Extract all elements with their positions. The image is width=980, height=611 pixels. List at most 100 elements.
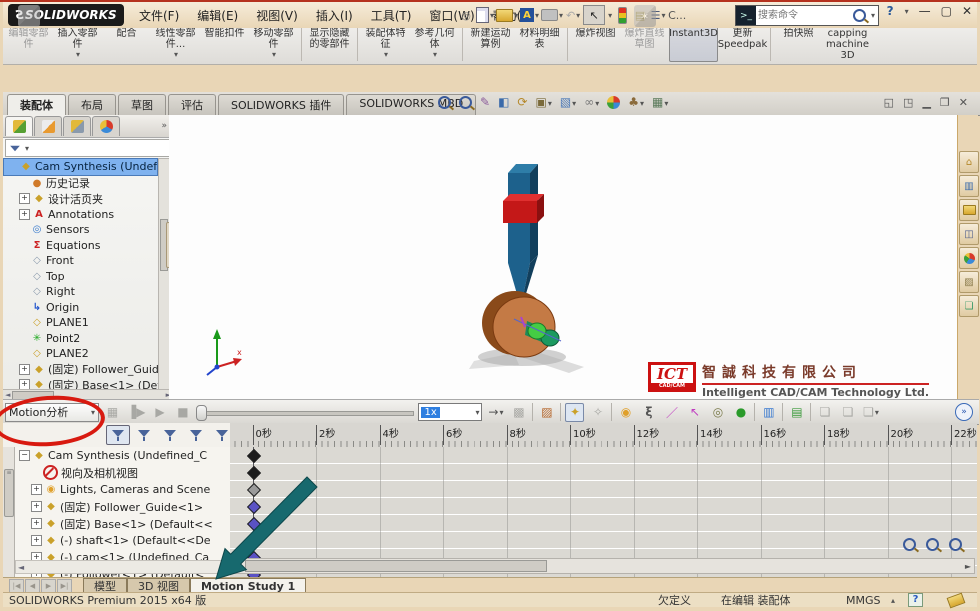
play-from-start-icon[interactable]: ▐▶ bbox=[126, 403, 146, 422]
hscroll-left-icon[interactable]: ◄ bbox=[5, 391, 10, 399]
configurationmanager-tab[interactable] bbox=[63, 116, 91, 136]
timeline-ruler[interactable]: 0秒2秒4秒6秒8秒10秒12秒14秒16秒18秒20秒22秒 bbox=[230, 423, 977, 448]
insert-component-dropdown-icon[interactable]: ▾ bbox=[76, 50, 80, 59]
feature-tree-item-11[interactable]: ✳Point2 bbox=[3, 331, 158, 347]
search-input[interactable] bbox=[756, 9, 853, 22]
zoom-fit-icon[interactable] bbox=[438, 96, 451, 109]
torque-icon[interactable]: ↖ bbox=[685, 403, 704, 422]
filter-selected-icon[interactable] bbox=[184, 425, 208, 445]
appearances-icon[interactable] bbox=[607, 96, 620, 109]
motor-icon[interactable]: ◉ bbox=[616, 403, 635, 422]
doc-restore-right-icon[interactable]: ◳ bbox=[903, 96, 913, 109]
commandmanager-tab-3[interactable]: 评估 bbox=[168, 94, 216, 116]
stop-icon[interactable]: ■ bbox=[173, 403, 192, 422]
select-tool-icon[interactable]: ↖ bbox=[583, 5, 605, 25]
spring-icon[interactable]: ξ bbox=[639, 403, 658, 422]
menu-item-2[interactable]: 视图(V) bbox=[247, 4, 307, 27]
doc-restore-left-icon[interactable]: ◱ bbox=[884, 96, 894, 109]
study-type-select[interactable]: Motion分析 ▾ bbox=[5, 403, 99, 422]
timeline-zoom-out-icon[interactable] bbox=[949, 538, 962, 551]
results-plots-icon[interactable]: ▥ bbox=[759, 403, 778, 422]
publish-edrawings-icon[interactable]: A▾ bbox=[520, 6, 539, 24]
search-magnifier-icon[interactable] bbox=[853, 9, 866, 22]
feature-tree-item-1[interactable]: ●历史记录 bbox=[3, 176, 158, 192]
feature-tree-item-3[interactable]: +AAnnotations bbox=[3, 207, 158, 223]
help-dropdown-icon[interactable]: ▾ bbox=[905, 7, 909, 16]
panel-overflow-chevron-icon[interactable]: » bbox=[161, 121, 167, 131]
menu-item-0[interactable]: 文件(F) bbox=[130, 4, 188, 27]
motion-tree-item-3[interactable]: +◆(固定) Follower_Guide<1> bbox=[15, 498, 230, 515]
touch-mode-icon[interactable]: ◎ bbox=[458, 6, 474, 24]
motion-tree-item-2[interactable]: +◉Lights, Cameras and Scene bbox=[15, 481, 230, 498]
timeline-hscroll-left-icon[interactable]: ◄ bbox=[235, 562, 241, 571]
play-icon[interactable]: ▶ bbox=[150, 403, 169, 422]
command-search-box[interactable]: >_ ▾ bbox=[735, 5, 879, 26]
undo-icon[interactable]: ↶▾ bbox=[565, 6, 581, 24]
zoom-area-icon[interactable] bbox=[459, 96, 472, 109]
minimize-button[interactable]: — bbox=[919, 4, 931, 18]
tree-expand-icon[interactable]: + bbox=[31, 484, 42, 495]
tree-expand-icon[interactable]: + bbox=[19, 193, 30, 204]
paste-study-icon[interactable]: ❏ bbox=[838, 403, 857, 422]
mtree-hscroll-right-icon[interactable]: ► bbox=[221, 563, 227, 572]
tree-expand-icon[interactable]: + bbox=[31, 518, 42, 529]
motion-tree-item-5[interactable]: +◆(-) shaft<1> (Default<<De bbox=[15, 532, 230, 549]
assembly-features-dropdown-icon[interactable]: ▾ bbox=[384, 50, 388, 59]
menu-item-1[interactable]: 编辑(E) bbox=[188, 4, 247, 27]
file-explorer-icon[interactable] bbox=[959, 199, 979, 221]
menu-item-3[interactable]: 插入(I) bbox=[307, 4, 362, 27]
feature-tree-item-9[interactable]: ↳Origin bbox=[3, 300, 158, 316]
hide-show-items-icon[interactable]: ∞▾ bbox=[584, 95, 599, 109]
new-document-icon[interactable]: ▾ bbox=[476, 6, 494, 24]
tree-filter-row[interactable]: ▾ bbox=[5, 139, 170, 157]
move-component-dropdown-icon[interactable]: ▾ bbox=[272, 50, 276, 59]
playback-speed-select[interactable]: 1x ▾ bbox=[418, 403, 482, 421]
timeline-hscroll-right-icon[interactable]: ► bbox=[965, 562, 971, 571]
autokey-icon[interactable]: ✦ bbox=[565, 403, 584, 422]
motion-tree-hscrollbar[interactable]: ◄ ► bbox=[15, 560, 230, 574]
motion-tree-item-1[interactable]: 视向及相机视图 bbox=[15, 464, 230, 481]
graphics-viewport[interactable]: x ICT CAD/CAM 智誠科技有限公司 Intelligent CAD/C… bbox=[169, 115, 957, 399]
menu-item-4[interactable]: 工具(T) bbox=[362, 4, 421, 27]
bottom-tab-1[interactable]: 3D 视图 bbox=[127, 578, 190, 593]
feature-tree-item-0[interactable]: ◆Cam Synthesis (Undefined bbox=[3, 158, 158, 176]
filter-animated-icon[interactable] bbox=[132, 425, 156, 445]
mtree-hscroll-left-icon[interactable]: ◄ bbox=[18, 563, 24, 572]
timeline-zoom-in-icon[interactable] bbox=[926, 538, 939, 551]
duplicate-study-icon[interactable]: ❏▾ bbox=[861, 403, 880, 422]
tree-expand-icon[interactable]: + bbox=[31, 501, 42, 512]
magnified-selection-icon[interactable]: ✎ bbox=[480, 95, 490, 109]
print-icon[interactable]: ▾ bbox=[541, 6, 563, 24]
save-animation-icon[interactable]: ▩ bbox=[509, 403, 528, 422]
tab-nav-first-icon[interactable]: |◀ bbox=[9, 579, 24, 593]
tree-filter-dropdown-icon[interactable]: ▾ bbox=[25, 144, 29, 153]
timeline-zoom-fit-icon[interactable] bbox=[903, 538, 916, 551]
help-icon[interactable]: ? bbox=[887, 4, 894, 18]
commandmanager-tab-0[interactable]: 装配体 bbox=[7, 94, 66, 116]
tab-nav-prev-icon[interactable]: ◀ bbox=[25, 579, 40, 593]
section-view-icon[interactable]: ◧ bbox=[498, 95, 509, 109]
tab-nav-last-icon[interactable]: ▶| bbox=[57, 579, 72, 593]
close-button[interactable]: ✕ bbox=[962, 4, 972, 18]
reference-geometry-dropdown-icon[interactable]: ▾ bbox=[433, 50, 437, 59]
featuremanager-tab[interactable] bbox=[5, 116, 33, 136]
bottom-tab-0[interactable]: 模型 bbox=[83, 578, 127, 593]
appearances-scenes-icon[interactable] bbox=[959, 247, 979, 269]
animation-wizard-icon[interactable]: ▨ bbox=[537, 403, 556, 422]
gravity-icon[interactable]: ● bbox=[731, 403, 750, 422]
feature-tree-item-12[interactable]: ◇PLANE2 bbox=[3, 346, 158, 362]
maximize-button[interactable]: ▢ bbox=[941, 4, 952, 18]
timebar-slider[interactable] bbox=[196, 404, 414, 420]
status-units-dropdown-icon[interactable]: ▴ bbox=[891, 596, 895, 605]
collapsed-command-label[interactable]: C... bbox=[668, 6, 686, 24]
timeline-hscroll-thumb[interactable] bbox=[245, 560, 547, 572]
motion-tree-item-4[interactable]: +◆(固定) Base<1> (Default<< bbox=[15, 515, 230, 532]
forum-icon[interactable]: ❏ bbox=[959, 295, 979, 317]
feature-tree-item-2[interactable]: +◆设计活页夹 bbox=[3, 191, 158, 207]
feature-tree-item-13[interactable]: +◆(固定) Follower_Guide< bbox=[3, 362, 158, 378]
open-document-icon[interactable]: ▾ bbox=[496, 6, 518, 24]
commandmanager-tab-1[interactable]: 布局 bbox=[68, 94, 116, 116]
slider-thumb[interactable] bbox=[196, 405, 207, 421]
tree-expand-icon[interactable]: + bbox=[19, 379, 30, 389]
design-library-icon[interactable]: ▥ bbox=[959, 175, 979, 197]
